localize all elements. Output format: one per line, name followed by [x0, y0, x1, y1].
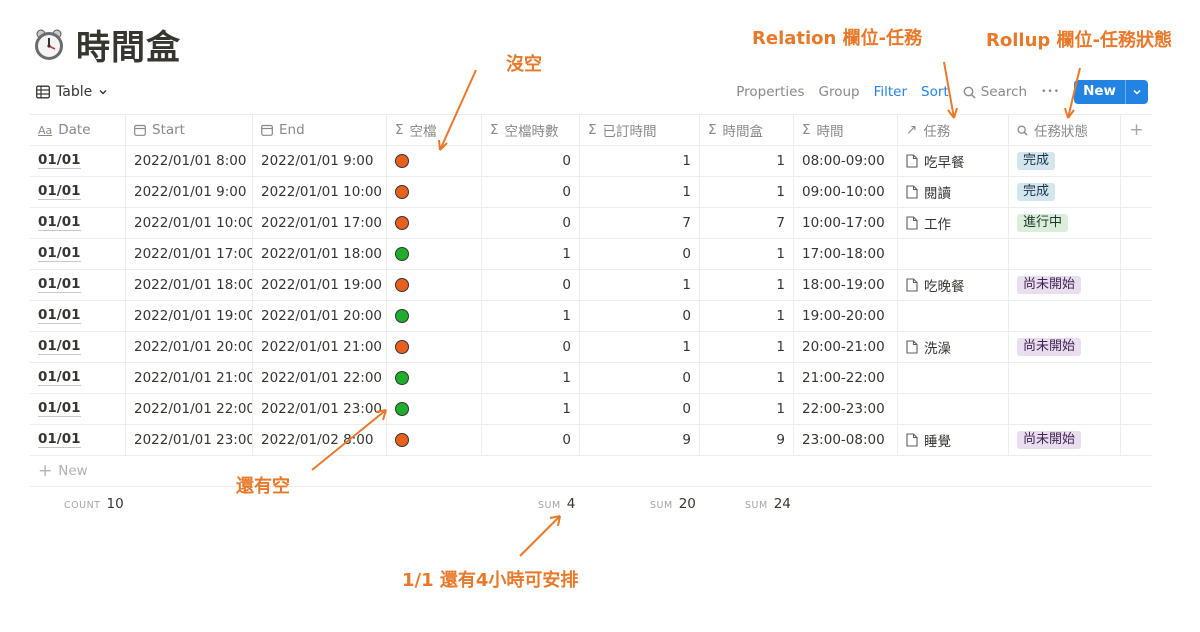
arrow-has-slot [311, 409, 387, 471]
arrow-no-slot [439, 69, 477, 151]
annotation-rollup: Rollup 欄位-任務狀態 [986, 30, 1173, 51]
annotation-no-slot: 沒空 [506, 54, 542, 75]
arrow-summary [519, 515, 561, 557]
annotation-summary: 1/1 還有4小時可安排 [402, 570, 579, 591]
annotation-arrows [311, 61, 1081, 557]
annotation-has-slot: 還有空 [236, 476, 290, 497]
annotation-relation: Relation 欄位-任務 [752, 28, 923, 49]
arrow-relation [943, 61, 955, 119]
